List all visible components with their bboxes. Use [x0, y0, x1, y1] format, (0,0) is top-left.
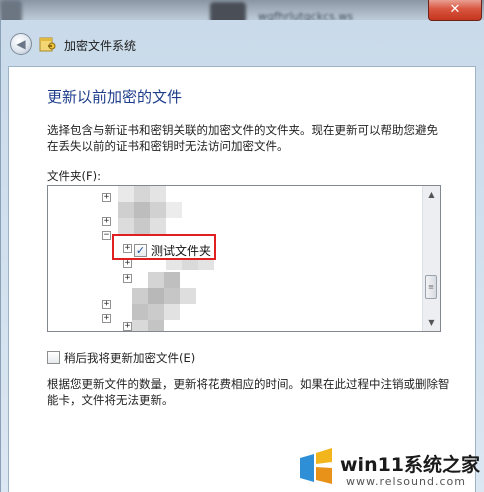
- page-heading: 更新以前加密的文件: [47, 88, 183, 106]
- grip-icon: ≡: [428, 283, 434, 291]
- scroll-down-icon[interactable]: ▼: [423, 314, 440, 331]
- scroll-up-icon[interactable]: ▲: [423, 186, 440, 203]
- info-note: 根据您更新文件的数量，更新将花费相应的时间。如果在此过程中注销或删除智能卡，文件…: [47, 377, 450, 407]
- encryption-key-icon: [39, 37, 56, 52]
- watermark-brand: win11系统之家: [340, 454, 481, 476]
- tree-expander[interactable]: +: [123, 322, 132, 331]
- page-description: 选择包含与新证书和密钥关联的加密文件的文件夹。现在更新可以帮助您避免在丢失以前的…: [47, 123, 438, 153]
- close-button[interactable]: ✕: [428, 0, 482, 21]
- back-button[interactable]: ◀: [10, 33, 32, 55]
- update-later-label: 稍后我将更新加密文件(E): [64, 351, 196, 365]
- tree-expander[interactable]: +: [102, 314, 111, 323]
- tree-expander[interactable]: −: [102, 231, 111, 240]
- window-title: 加密文件系统: [64, 39, 137, 53]
- windows-logo-icon: [300, 448, 332, 484]
- close-icon: ✕: [449, 2, 461, 17]
- highlight-box: [112, 234, 216, 260]
- tree-expander[interactable]: +: [102, 193, 111, 202]
- watermark: win11系统之家 www.relsound.com: [290, 442, 484, 492]
- watermark-url: www.relsound.com: [346, 475, 466, 488]
- back-arrow-icon: ◀: [16, 37, 26, 51]
- tree-expander[interactable]: +: [102, 300, 111, 309]
- tree-expander[interactable]: +: [123, 259, 132, 268]
- update-later-checkbox[interactable]: [47, 351, 60, 364]
- tree-expander[interactable]: +: [102, 217, 111, 226]
- tree-scrollbar[interactable]: ▲ ≡ ▼: [422, 186, 440, 331]
- wizard-content: 更新以前加密的文件 选择包含与新证书和密钥关联的加密文件的文件夹。现在更新可以帮…: [8, 66, 476, 492]
- tree-expander[interactable]: +: [123, 274, 132, 283]
- folder-label: 文件夹(F):: [47, 169, 101, 183]
- folder-tree[interactable]: + + − + + + + + + ✓ 测试文件夹 ▲ ≡ ▼: [47, 185, 441, 332]
- scroll-thumb[interactable]: ≡: [425, 275, 437, 299]
- navigation-bar: ◀ 加密文件系统: [0, 20, 484, 66]
